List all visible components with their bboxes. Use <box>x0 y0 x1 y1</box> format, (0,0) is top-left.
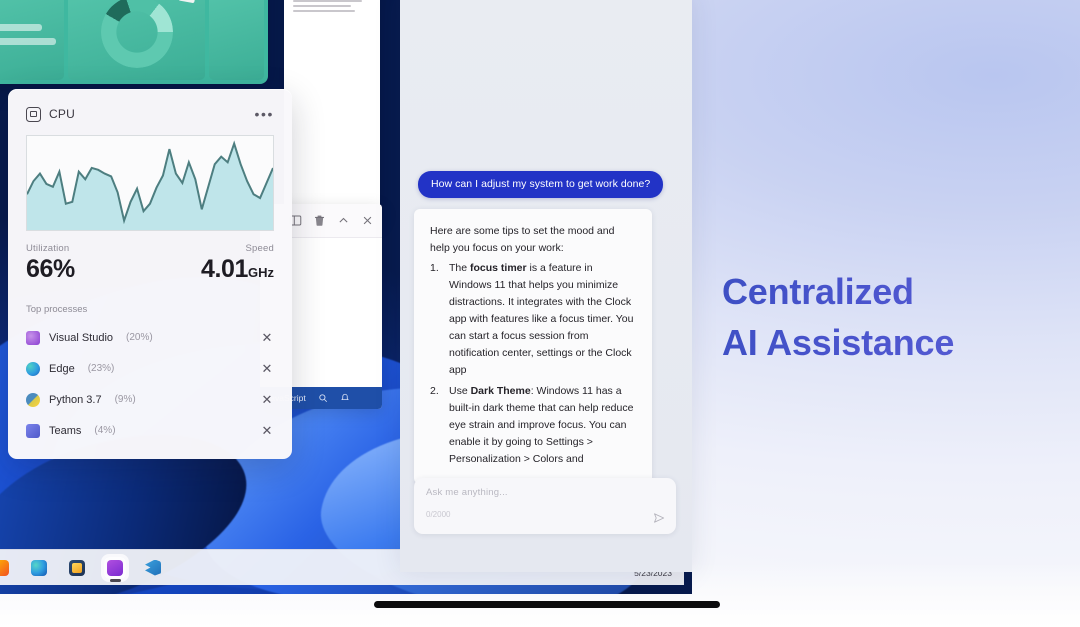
send-icon[interactable] <box>653 512 665 524</box>
utilization-value: 66% <box>26 255 75 283</box>
start-button-icon <box>0 559 9 576</box>
close-process-button[interactable]: ✕ <box>260 362 274 375</box>
bar-shape <box>0 38 56 45</box>
cpu-chart-area <box>27 143 273 230</box>
trash-icon[interactable] <box>313 214 326 227</box>
assistant-intro-text: Here are some tips to set the mood and h… <box>430 225 615 254</box>
python-icon <box>26 392 40 407</box>
user-message-bubble: How can I adjust my system to get work d… <box>418 171 664 198</box>
screenshot-root: Centralized AI Assistance CPU ••• Utiliz… <box>0 0 1080 627</box>
process-usage-percent: (20%) <box>126 332 153 343</box>
taskbar-vs-code[interactable] <box>142 557 164 579</box>
process-usage-percent: (9%) <box>114 394 136 405</box>
device-home-indicator <box>374 601 720 608</box>
top-processes-label: Top processes <box>26 304 88 315</box>
cpu-widget[interactable]: CPU ••• Utilization 66% Speed 4.01GHz To… <box>8 89 292 459</box>
headline-line-2: AI Assistance <box>722 322 955 364</box>
cpu-stats-row: Utilization 66% Speed 4.01GHz <box>26 243 274 284</box>
assistant-tip-term: Dark Theme <box>470 385 531 397</box>
process-usage-percent: (4%) <box>94 425 116 436</box>
cpu-widget-header: CPU ••• <box>26 103 274 125</box>
search-icon[interactable] <box>318 393 328 403</box>
donut-highlight <box>178 0 198 4</box>
assistant-tip-item: The focus timer is a feature in Windows … <box>430 260 634 376</box>
document-text-line <box>293 10 356 12</box>
analytics-card-donut <box>68 0 205 80</box>
taskbar-file-explorer[interactable] <box>66 557 88 579</box>
speed-value: 4.01GHz <box>150 255 274 284</box>
taskbar-copilot[interactable] <box>104 556 126 582</box>
copilot-chat-panel: How can I adjust my system to get work d… <box>400 0 692 572</box>
close-process-button[interactable]: ✕ <box>260 331 274 344</box>
top-processes-list: Visual Studio (20%) ✕ Edge (23%) ✕ Python 3.7 (… <box>26 322 274 446</box>
analytics-window[interactable] <box>0 0 268 84</box>
process-row[interactable]: Visual Studio (20%) ✕ <box>26 322 274 353</box>
teams-icon <box>26 423 40 438</box>
cpu-utilization-chart <box>26 135 274 231</box>
document-window[interactable] <box>284 0 380 222</box>
cpu-chart-svg <box>27 136 273 230</box>
speed-unit: GHz <box>248 265 274 280</box>
assistant-tips-list: The focus timer is a feature in Windows … <box>430 260 636 468</box>
file-explorer-icon <box>69 559 85 576</box>
chat-input-placeholder: Ask me anything... <box>426 487 508 498</box>
assistant-tip-item: Use Dark Theme: Windows 11 has a built-i… <box>430 383 634 465</box>
taskbar-edge[interactable] <box>28 557 50 579</box>
visual-studio-icon <box>26 330 40 345</box>
process-name: Visual Studio <box>49 331 114 344</box>
utilization-stat: Utilization 66% <box>26 243 150 284</box>
donut-chart <box>100 0 173 68</box>
bell-icon[interactable] <box>340 393 350 403</box>
speed-stat: Speed 4.01GHz <box>150 243 274 284</box>
cpu-widget-title: CPU <box>49 107 75 121</box>
process-row[interactable]: Teams (4%) ✕ <box>26 415 274 446</box>
copilot-icon <box>107 559 123 576</box>
assistant-response-bubble: Here are some tips to set the mood and h… <box>414 209 652 484</box>
marketing-headline: Centralized AI Assistance <box>722 266 1052 368</box>
active-indicator <box>109 579 121 582</box>
chat-input-box[interactable]: Ask me anything... 0/2000 <box>414 478 676 534</box>
close-process-button[interactable]: ✕ <box>260 393 274 406</box>
bar-shape <box>0 24 42 31</box>
headline-line-1: Centralized <box>722 271 914 312</box>
chat-input-counter: 0/2000 <box>426 510 451 519</box>
analytics-card-bars <box>0 0 64 80</box>
process-name: Python 3.7 <box>49 393 102 406</box>
process-row[interactable]: Edge (23%) ✕ <box>26 353 274 384</box>
utilization-label: Utilization <box>26 243 70 254</box>
speed-number: 4.01 <box>200 255 248 283</box>
edge-icon <box>31 559 47 576</box>
chip-icon <box>26 106 41 122</box>
analytics-card-side <box>209 0 264 80</box>
overflow-menu-button[interactable]: ••• <box>254 107 274 121</box>
edge-icon <box>26 361 40 376</box>
process-usage-percent: (23%) <box>87 363 115 374</box>
taskbar-start-button[interactable] <box>0 557 12 579</box>
close-process-button[interactable]: ✕ <box>260 424 274 437</box>
assistant-tip-term: focus timer <box>470 262 527 274</box>
process-row[interactable]: Python 3.7 (9%) ✕ <box>26 384 274 415</box>
chevron-up-icon[interactable] <box>337 214 350 227</box>
process-name: Teams <box>49 424 82 437</box>
vs-code-icon <box>145 559 161 576</box>
document-text-line <box>293 0 362 2</box>
process-name: Edge <box>49 362 75 375</box>
taskbar-app-group <box>0 556 164 582</box>
speed-label: Speed <box>245 243 274 254</box>
document-text-line <box>293 5 351 7</box>
close-icon[interactable] <box>361 214 374 227</box>
